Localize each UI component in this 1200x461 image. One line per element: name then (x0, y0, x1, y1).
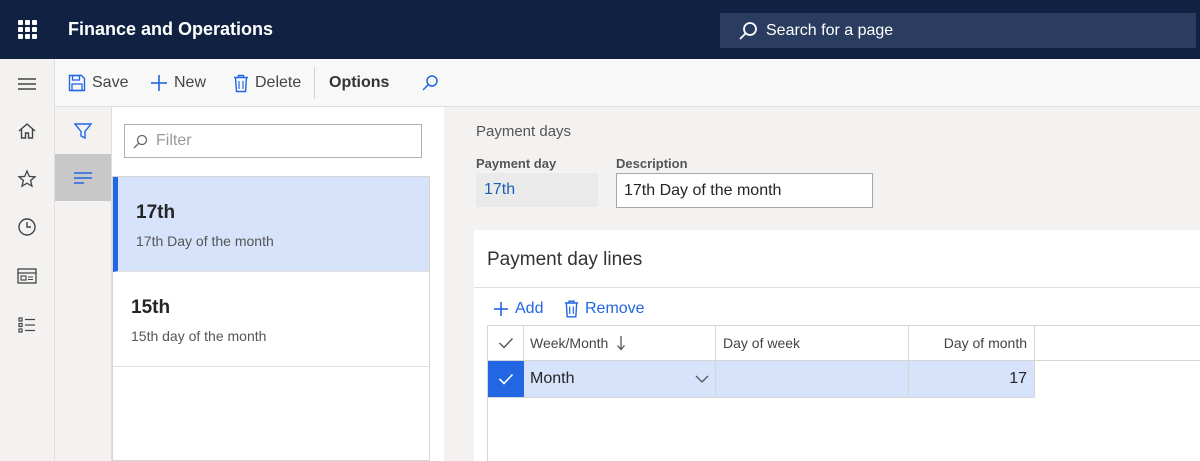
column-header-day-of-week[interactable]: Day of week (716, 326, 909, 360)
new-label: New (174, 74, 207, 91)
toolbar-divider (314, 67, 315, 99)
app-launcher-button[interactable] (0, 0, 55, 59)
payment-day-lines-section: Payment day lines Add Remove Week/Month … (474, 230, 1200, 461)
menu-icon[interactable] (14, 71, 40, 97)
section-divider (474, 287, 1200, 288)
search-icon (133, 134, 148, 148)
filter-input[interactable]: Filter (124, 124, 422, 158)
workspace-icon[interactable] (14, 263, 40, 289)
description-label: Description (616, 156, 688, 171)
navigation-rail (0, 59, 55, 461)
app-title[interactable]: Finance and Operations (68, 19, 273, 40)
search-icon (422, 75, 438, 91)
list-item-title: 15th (131, 297, 171, 318)
payment-day-field[interactable]: 17th (476, 173, 598, 207)
search-input[interactable]: Search for a page (720, 13, 1196, 48)
add-line-button[interactable]: Add (493, 295, 543, 323)
delete-button[interactable]: Delete (233, 59, 301, 107)
record-list: 17th 17th Day of the month 15th 15th day… (112, 176, 430, 461)
add-label: Add (515, 300, 544, 317)
search-icon (739, 21, 757, 40)
list-view-button[interactable] (55, 154, 111, 201)
home-icon[interactable] (14, 118, 40, 144)
filter-pane-button[interactable] (55, 107, 111, 154)
cell-value: Month (530, 370, 575, 387)
column-header-day-of-month[interactable]: Day of month (909, 326, 1035, 360)
payment-day-label: Payment day (476, 156, 557, 171)
waffle-icon (18, 20, 37, 39)
column-header-week-month[interactable]: Week/Month (524, 326, 716, 360)
day-of-month-cell[interactable]: 17 (909, 361, 1035, 397)
search-placeholder: Search for a page (766, 21, 894, 39)
description-field[interactable]: 17th Day of the month (616, 173, 873, 208)
remove-line-button[interactable]: Remove (564, 295, 645, 323)
filter-icon (74, 122, 92, 139)
column-title: Day of week (723, 335, 801, 351)
new-button[interactable]: New (150, 59, 206, 107)
modules-icon[interactable] (14, 312, 40, 338)
sort-descending-icon (617, 336, 626, 351)
search-action-button[interactable] (421, 59, 445, 107)
chevron-down-icon (695, 375, 709, 383)
filter-pane-strip (55, 107, 112, 461)
row-select-checkbox[interactable] (488, 361, 524, 397)
list-icon (74, 171, 92, 184)
plus-icon (494, 302, 508, 316)
list-item-title: 17th (136, 202, 176, 223)
list-item[interactable]: 17th 17th Day of the month (113, 177, 429, 272)
grid-header: Week/Month Day of week Day of month (488, 325, 1200, 361)
details-pane: Payment days Payment day 17th Descriptio… (444, 107, 1200, 461)
star-icon[interactable] (14, 166, 40, 192)
filter-placeholder: Filter (156, 132, 192, 149)
table-row[interactable]: Month 17 (488, 361, 1035, 398)
section-caption: Payment days (476, 123, 572, 140)
cell-value: 17 (1009, 370, 1027, 387)
save-icon (68, 74, 86, 92)
trash-icon (565, 300, 578, 318)
section-title[interactable]: Payment day lines (487, 249, 642, 271)
plus-icon (151, 75, 167, 91)
remove-label: Remove (585, 300, 645, 317)
payment-day-lines-grid: Week/Month Day of week Day of month Mont… (487, 325, 1200, 461)
week-month-select[interactable]: Month (524, 361, 716, 397)
list-pane: Filter 17th 17th Day of the month 15th 1… (112, 107, 444, 461)
list-item-subtitle: 15th day of the month (131, 328, 267, 344)
day-of-week-cell[interactable] (716, 361, 909, 397)
trash-icon (234, 74, 248, 92)
delete-label: Delete (255, 74, 302, 91)
save-button[interactable]: Save (68, 59, 128, 107)
clock-icon[interactable] (14, 214, 40, 240)
save-label: Save (92, 74, 129, 91)
column-title: Day of month (943, 335, 1027, 351)
options-label: Options (329, 74, 390, 91)
action-pane: Save New Delete Options (55, 59, 1200, 107)
check-icon (498, 338, 513, 349)
list-item-subtitle: 17th Day of the month (136, 233, 274, 249)
top-navigation-bar: Finance and Operations Search for a page (0, 0, 1200, 59)
select-all-checkbox[interactable] (488, 326, 524, 360)
check-icon (498, 373, 514, 385)
options-menu-button[interactable]: Options (329, 59, 389, 107)
list-item[interactable]: 15th 15th day of the month (113, 272, 429, 367)
column-title: Week/Month (530, 335, 609, 351)
